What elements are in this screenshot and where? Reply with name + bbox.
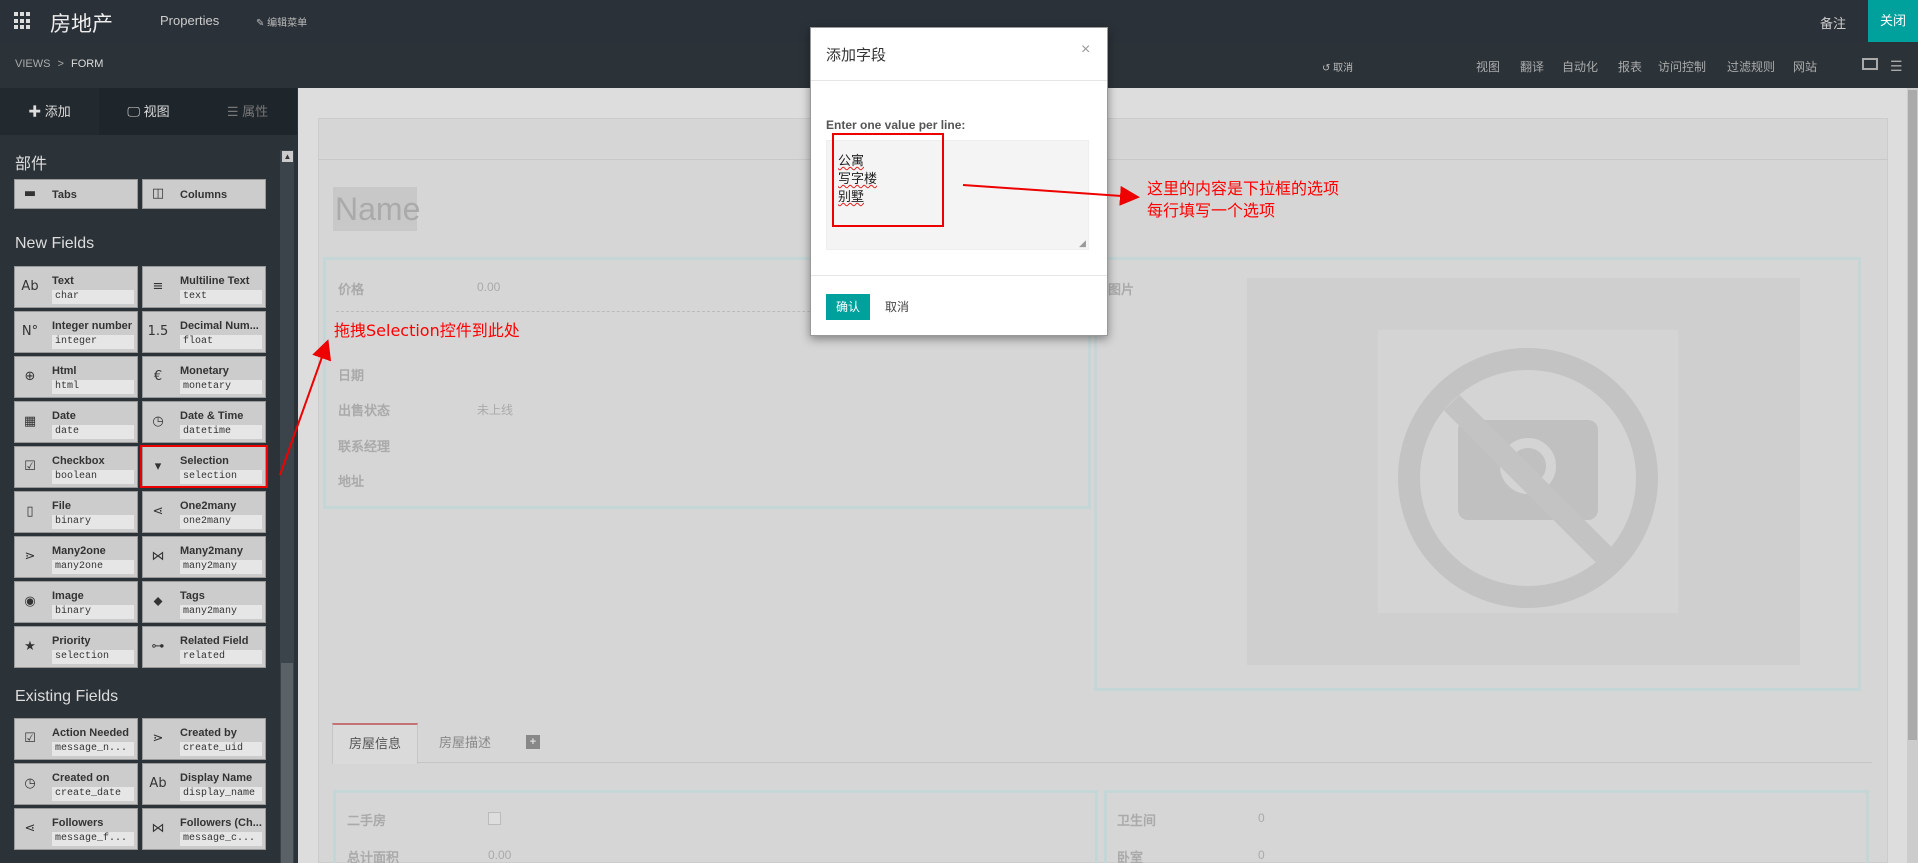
annotation-arrow-drop [279,339,332,476]
annotation-arrow-textarea [962,184,1140,206]
annotation-arrows [279,184,1140,476]
